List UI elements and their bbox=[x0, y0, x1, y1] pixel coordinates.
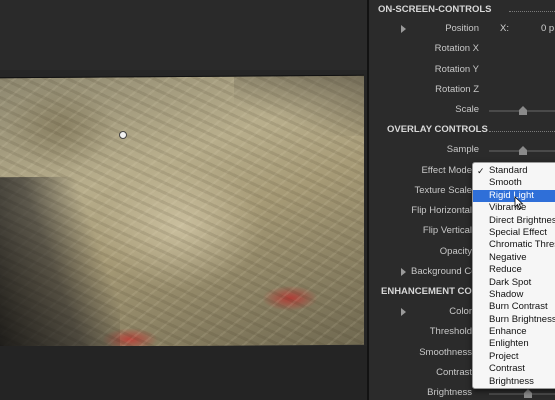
menu-item-label: Brightness bbox=[489, 375, 534, 387]
viewer-background-bottom bbox=[0, 346, 367, 400]
threshold-label: Threshold bbox=[429, 326, 472, 337]
menu-item-label: Shadow bbox=[489, 288, 524, 300]
section-divider bbox=[489, 131, 555, 132]
shadow-area bbox=[0, 176, 120, 348]
disclosure-triangle-icon[interactable] bbox=[401, 268, 406, 276]
menu-item-special-effect[interactable]: Special Effect bbox=[473, 227, 555, 239]
menu-item-enhance[interactable]: Enhance bbox=[473, 326, 555, 338]
section-on-screen-controls: ON-SCREEN-CONTROLS bbox=[369, 0, 555, 20]
menu-item-label: Smooth bbox=[489, 177, 522, 189]
menu-item-burn-brightness[interactable]: Burn Brightness bbox=[473, 314, 555, 326]
menu-item-brightness[interactable]: Brightness bbox=[473, 376, 555, 388]
flip-vertical-label: Flip Vertical bbox=[422, 225, 472, 236]
skatepark-ramp bbox=[234, 75, 364, 137]
menu-item-label: Direct Brightness bbox=[489, 214, 555, 226]
rotation-x-row: Rotation X bbox=[369, 39, 555, 59]
menu-item-standard[interactable]: ✓ Standard bbox=[473, 165, 555, 177]
section-title: ON-SCREEN-CONTROLS bbox=[378, 4, 492, 15]
checkmark-icon: ✓ bbox=[477, 166, 485, 176]
sample-label: Sample bbox=[446, 144, 479, 155]
menu-item-label: Negative bbox=[489, 251, 527, 263]
mouse-cursor-icon bbox=[514, 196, 524, 210]
scale-row: Scale bbox=[369, 100, 555, 120]
section-divider bbox=[509, 11, 555, 12]
viewer-background-top bbox=[0, 0, 367, 70]
scale-slider[interactable] bbox=[489, 106, 555, 115]
menu-item-chromatic-threshold[interactable]: Chromatic Threshold bbox=[473, 239, 555, 251]
menu-item-label: Burn Contrast bbox=[489, 301, 548, 313]
brightness-slider[interactable] bbox=[489, 389, 555, 398]
x-value-field[interactable]: 0 p bbox=[541, 23, 554, 34]
menu-item-label: Standard bbox=[489, 165, 528, 176]
menu-item-label: Rigid Light bbox=[489, 189, 534, 201]
menu-item-shadow[interactable]: Shadow bbox=[473, 289, 555, 301]
scale-slider-knob[interactable] bbox=[519, 106, 527, 115]
disclosure-triangle-icon[interactable] bbox=[401, 308, 406, 316]
scale-label: Scale bbox=[455, 104, 479, 115]
effect-mode-label: Effect Mode bbox=[421, 165, 472, 176]
onscreen-center-handle[interactable] bbox=[119, 131, 127, 139]
menu-item-enlighten[interactable]: Enlighten bbox=[473, 338, 555, 350]
menu-item-project[interactable]: Project bbox=[473, 351, 555, 363]
brightness-slider-knob[interactable] bbox=[524, 389, 532, 398]
color-label: Color bbox=[449, 306, 472, 317]
contrast-label: Contrast bbox=[436, 367, 472, 378]
position-row: Position X: 0 p bbox=[369, 19, 555, 39]
menu-item-label: Enlighten bbox=[489, 338, 529, 350]
flip-horizontal-label: Flip Horizontal bbox=[411, 205, 472, 216]
menu-item-label: Enhance bbox=[489, 326, 527, 338]
menu-item-label: Chromatic Threshold bbox=[489, 239, 555, 251]
menu-item-negative[interactable]: Negative bbox=[473, 252, 555, 264]
rotation-x-label: Rotation X bbox=[434, 43, 479, 54]
position-label: Position bbox=[445, 23, 479, 34]
menu-item-burn-contrast[interactable]: Burn Contrast bbox=[473, 301, 555, 313]
section-title: OVERLAY CONTROLS bbox=[387, 124, 488, 135]
rotation-z-label: Rotation Z bbox=[435, 84, 479, 95]
smoothness-label: Smoothness bbox=[419, 347, 472, 358]
menu-item-label: Reduce bbox=[489, 264, 522, 276]
rotation-y-label: Rotation Y bbox=[434, 64, 479, 75]
menu-item-label: Contrast bbox=[489, 363, 525, 375]
brightness-label: Brightness bbox=[427, 387, 472, 398]
rotation-y-row: Rotation Y bbox=[369, 60, 555, 80]
section-overlay-controls: OVERLAY CONTROLS bbox=[369, 120, 555, 140]
menu-item-direct-brightness[interactable]: Direct Brightness bbox=[473, 215, 555, 227]
menu-item-contrast[interactable]: Contrast bbox=[473, 363, 555, 375]
menu-item-smooth[interactable]: Smooth bbox=[473, 177, 555, 189]
menu-item-label: Burn Brightness bbox=[489, 313, 555, 325]
rotation-z-row: Rotation Z bbox=[369, 80, 555, 100]
sample-row: Sample bbox=[369, 140, 555, 160]
menu-item-label: Project bbox=[489, 350, 519, 362]
x-label: X: bbox=[500, 23, 509, 34]
menu-item-label: Special Effect bbox=[489, 226, 547, 238]
menu-item-dark-spot[interactable]: Dark Spot bbox=[473, 277, 555, 289]
opacity-label: Opacity bbox=[439, 246, 472, 257]
menu-item-reduce[interactable]: Reduce bbox=[473, 264, 555, 276]
video-frame[interactable] bbox=[0, 74, 364, 348]
menu-item-label: Dark Spot bbox=[489, 276, 532, 288]
video-viewer[interactable] bbox=[0, 0, 367, 400]
sample-slider-knob[interactable] bbox=[519, 146, 527, 155]
texture-scale-label: Texture Scale bbox=[414, 185, 472, 196]
disclosure-triangle-icon[interactable] bbox=[401, 25, 406, 33]
sample-slider[interactable] bbox=[489, 146, 555, 155]
